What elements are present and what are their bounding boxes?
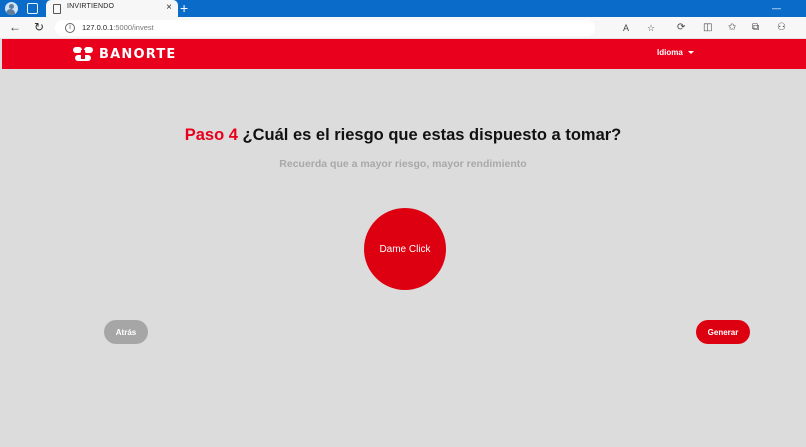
minimize-icon[interactable]: — [772, 0, 781, 17]
browser-toolbar: ← ↻ i 127.0.0.1:5000/invest A ☆ ⟳ ◫ ✩ ⧉ … [0, 17, 806, 39]
generate-button[interactable]: Generar [696, 320, 750, 344]
close-icon[interactable]: × [166, 2, 172, 14]
page-icon [53, 4, 61, 14]
caret-down-icon [687, 51, 694, 55]
top-navbar: BANORTE Idioma [2, 39, 806, 69]
tab-title: INVIRTIENDO [67, 3, 115, 10]
favorite-icon[interactable]: ☆ [647, 22, 655, 34]
brand-logo[interactable]: BANORTE [73, 46, 176, 62]
profile-icon[interactable] [5, 2, 18, 15]
refresh-icon[interactable]: ↻ [34, 20, 44, 35]
step-label: Paso 4 [184, 126, 238, 144]
favorites-icon[interactable]: ✩ [728, 21, 736, 35]
question-text: ¿Cuál es el riesgo que estas dispuesto a… [242, 126, 622, 144]
risk-hint: Recuerda que a mayor riesgo, mayor rendi… [279, 158, 527, 170]
back-button[interactable]: Atrás [104, 320, 148, 344]
copilot-icon[interactable]: ⟳ [677, 21, 685, 35]
step-question: Paso 4 ¿Cuál es el riesgo que estas disp… [0, 126, 806, 145]
address-bar[interactable]: i 127.0.0.1:5000/invest A ☆ [55, 20, 655, 36]
collections-icon[interactable]: ⧉ [752, 21, 759, 35]
tab-actions-icon[interactable] [27, 3, 38, 14]
browser-tab-strip: INVIRTIENDO × + — [0, 0, 806, 17]
split-screen-icon[interactable]: ◫ [703, 21, 712, 35]
new-tab-icon[interactable]: + [180, 0, 188, 17]
extensions-icon[interactable]: ⚇ [777, 21, 786, 35]
back-icon[interactable]: ← [9, 20, 21, 35]
brand-name: BANORTE [99, 46, 177, 62]
info-icon[interactable]: i [65, 23, 75, 33]
risk-click-button[interactable]: Dame Click [364, 208, 446, 290]
language-label: Idioma [657, 48, 683, 57]
url-text: 127.0.0.1:5000/invest [82, 23, 154, 32]
browser-tab[interactable]: INVIRTIENDO × [46, 0, 178, 17]
read-aloud-icon[interactable]: A [623, 22, 629, 34]
banorte-logo-icon [73, 47, 93, 61]
language-dropdown[interactable]: Idioma [657, 48, 694, 57]
